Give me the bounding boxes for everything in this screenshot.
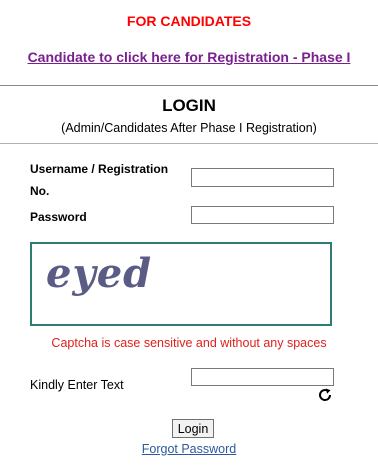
captcha-image-text: eyed: [46, 250, 153, 297]
captcha-image: eyed: [30, 242, 332, 326]
username-input[interactable]: [191, 168, 334, 187]
login-button[interactable]: Login: [172, 419, 214, 438]
login-title: LOGIN: [162, 96, 216, 115]
refresh-icon[interactable]: [317, 387, 333, 403]
password-input[interactable]: [191, 206, 334, 224]
captcha-note: Captcha is case sensitive and without an…: [51, 336, 327, 350]
password-label: Password: [30, 210, 87, 224]
captcha-input[interactable]: [191, 368, 334, 386]
divider-bottom: [0, 143, 378, 144]
username-label: Username / Registration No.: [30, 162, 169, 198]
captcha-input-label: Kindly Enter Text: [30, 378, 124, 392]
login-subtitle: (Admin/Candidates After Phase I Registra…: [61, 121, 317, 135]
divider-top: [0, 85, 378, 86]
forgot-password-link[interactable]: Forgot Password: [0, 442, 378, 456]
registration-phase1-link[interactable]: Candidate to click here for Registration…: [0, 49, 378, 65]
for-candidates-heading: FOR CANDIDATES: [126, 13, 252, 29]
